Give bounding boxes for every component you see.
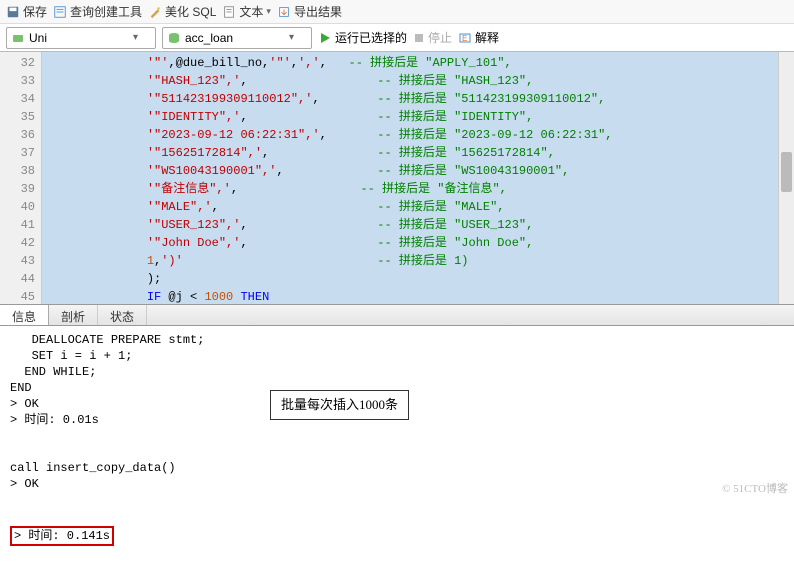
code-line[interactable]: '"511423199309110012",', -- 拼接后是 "511423… <box>46 90 778 108</box>
control-bar: ▾ ▾ 运行已选择的 停止 E 解释 <box>0 24 794 52</box>
beautify-label: 美化 SQL <box>165 3 216 20</box>
connection-icon <box>11 31 25 45</box>
chevron-down-icon: ▾ <box>289 32 294 43</box>
text-icon <box>222 5 236 19</box>
line-number: 32 <box>0 54 35 72</box>
code-line[interactable]: '"USER_123",', -- 拼接后是 "USER_123", <box>46 216 778 234</box>
line-gutter: 3233343536373839404142434445 <box>0 52 42 304</box>
line-number: 37 <box>0 144 35 162</box>
tab-info[interactable]: 信息 <box>0 305 49 325</box>
query-tool-icon <box>53 5 67 19</box>
code-line[interactable]: '"2023-09-12 06:22:31",', -- 拼接后是 "2023-… <box>46 126 778 144</box>
line-number: 38 <box>0 162 35 180</box>
code-line[interactable]: '"John Doe",', -- 拼接后是 "John Doe", <box>46 234 778 252</box>
code-line[interactable]: '"MALE",', -- 拼接后是 "MALE", <box>46 198 778 216</box>
stop-icon <box>413 32 425 44</box>
text-button[interactable]: 文本 ▾ <box>222 3 271 20</box>
code-line[interactable]: '"IDENTITY",', -- 拼接后是 "IDENTITY", <box>46 108 778 126</box>
sql-editor[interactable]: 3233343536373839404142434445 '"',@due_bi… <box>0 52 794 304</box>
line-number: 39 <box>0 180 35 198</box>
stop-label: 停止 <box>428 29 452 46</box>
line-number: 44 <box>0 270 35 288</box>
explain-icon: E <box>458 31 472 45</box>
line-number: 45 <box>0 288 35 306</box>
line-number: 36 <box>0 126 35 144</box>
vertical-scrollbar[interactable] <box>778 52 794 304</box>
code-line[interactable]: '"15625172814",', -- 拼接后是 "15625172814", <box>46 144 778 162</box>
stop-button[interactable]: 停止 <box>413 29 452 46</box>
watermark: © 51CTO博客 <box>722 480 788 496</box>
code-line[interactable]: '"WS10043190001",', -- 拼接后是 "WS100431900… <box>46 162 778 180</box>
code-line[interactable]: '"',@due_bill_no,'"',',', -- 拼接后是 "APPLY… <box>46 54 778 72</box>
code-line[interactable]: '"HASH_123",', -- 拼接后是 "HASH_123", <box>46 72 778 90</box>
code-line[interactable]: IF @j < 1000 THEN <box>46 288 778 304</box>
line-number: 34 <box>0 90 35 108</box>
query-tool-button[interactable]: 查询创建工具 <box>53 3 142 20</box>
code-line[interactable]: 1,')' -- 拼接后是 1) <box>46 252 778 270</box>
play-icon <box>318 31 332 45</box>
line-number: 40 <box>0 198 35 216</box>
run-label: 运行已选择的 <box>335 29 407 46</box>
export-button[interactable]: 导出结果 <box>277 3 342 20</box>
line-number: 43 <box>0 252 35 270</box>
save-label: 保存 <box>23 3 47 20</box>
database-2-input[interactable] <box>185 31 285 45</box>
export-label: 导出结果 <box>294 3 342 20</box>
line-number: 41 <box>0 216 35 234</box>
text-label: 文本 <box>239 3 263 20</box>
main-toolbar: 保存 查询创建工具 美化 SQL 文本 ▾ 导出结果 <box>0 0 794 24</box>
query-tool-label: 查询创建工具 <box>70 3 142 20</box>
database-selector-2[interactable]: ▾ <box>162 27 312 49</box>
save-button[interactable]: 保存 <box>6 3 47 20</box>
database-1-input[interactable] <box>29 31 129 45</box>
line-number: 42 <box>0 234 35 252</box>
scrollbar-thumb[interactable] <box>781 152 792 192</box>
timing-highlight: > 时间: 0.141s <box>10 526 114 546</box>
beautify-button[interactable]: 美化 SQL <box>148 3 216 20</box>
code-line[interactable]: '"备注信息",', -- 拼接后是 "备注信息", <box>46 180 778 198</box>
code-area[interactable]: '"',@due_bill_no,'"',',', -- 拼接后是 "APPLY… <box>42 52 778 304</box>
chevron-down-icon: ▾ <box>133 32 138 43</box>
save-icon <box>6 5 20 19</box>
svg-text:E: E <box>462 34 467 43</box>
dropdown-arrow-icon: ▾ <box>266 6 271 17</box>
wand-icon <box>148 5 162 19</box>
result-tabs: 信息 剖析 状态 <box>0 304 794 326</box>
line-number: 35 <box>0 108 35 126</box>
output-panel[interactable]: DEALLOCATE PREPARE stmt; SET i = i + 1; … <box>0 326 794 498</box>
explain-label: 解释 <box>475 29 499 46</box>
code-line[interactable]: ); <box>46 270 778 288</box>
explain-button[interactable]: E 解释 <box>458 29 499 46</box>
database-icon <box>167 31 181 45</box>
database-selector-1[interactable]: ▾ <box>6 27 156 49</box>
tab-profile[interactable]: 剖析 <box>49 305 98 325</box>
export-icon <box>277 5 291 19</box>
run-button[interactable]: 运行已选择的 <box>318 29 407 46</box>
tab-status[interactable]: 状态 <box>98 305 147 325</box>
annotation-callout: 批量每次插入1000条 <box>270 390 409 420</box>
line-number: 33 <box>0 72 35 90</box>
